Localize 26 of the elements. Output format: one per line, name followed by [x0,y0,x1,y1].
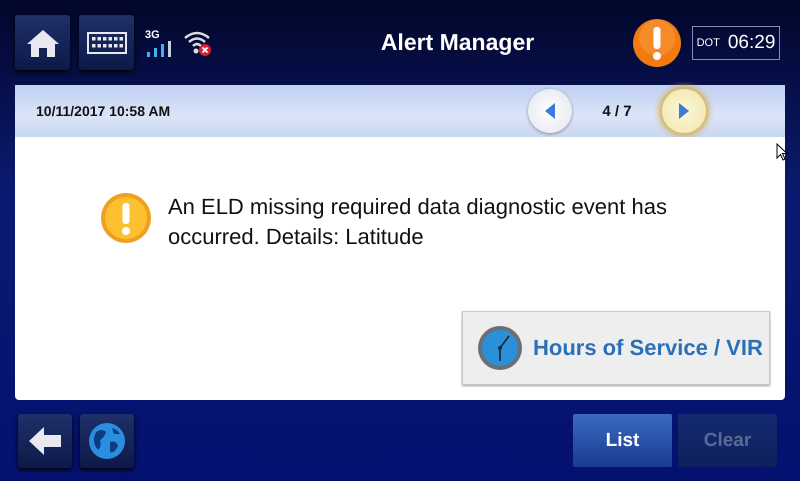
hours-of-service-button[interactable]: Hours of Service / VIR [462,311,770,385]
alert-message: An ELD missing required data diagnostic event has occurred. Details: Latitude [168,193,668,251]
back-arrow-icon [28,426,62,456]
home-icon [26,28,60,58]
right-arrow-icon [678,102,690,120]
signal-icon [145,40,171,56]
list-button[interactable]: List [573,414,672,467]
globe-icon [88,422,126,460]
network-label: 3G [145,28,161,40]
window-title: Alert Manager [380,29,536,56]
alert-icon[interactable] [632,18,682,68]
previous-button[interactable] [528,89,572,133]
back-button[interactable] [18,414,72,468]
wifi-disconnected-icon [183,28,213,56]
next-button[interactable] [662,89,706,133]
clock-time: 06:29 [728,32,776,54]
alert-timestamp: 10/11/2017 10:58 AM [36,103,172,119]
left-arrow-icon [544,102,556,120]
warning-icon [100,192,152,244]
clock-icon [477,325,523,371]
alert-position: 4 / 7 [601,102,633,120]
home-button[interactable] [15,15,70,70]
keyboard-icon [86,32,126,54]
keyboard-button[interactable] [79,15,134,70]
globe-button[interactable] [80,414,134,468]
clock-label: DOT [696,36,720,48]
